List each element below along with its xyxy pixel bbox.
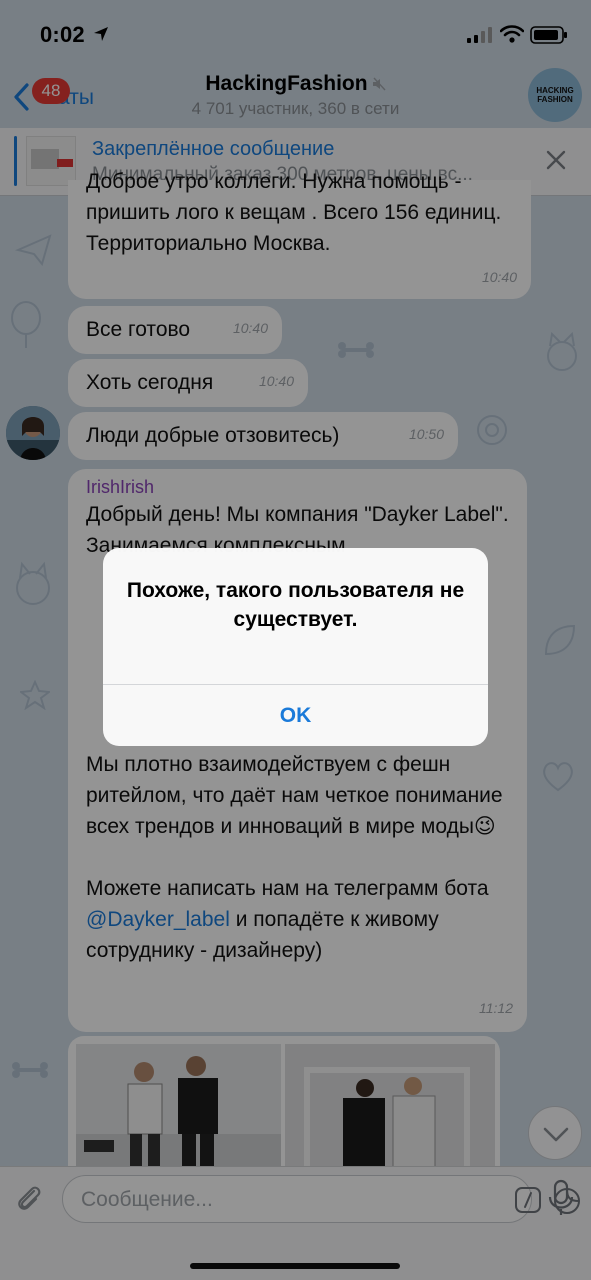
ok-button[interactable]: OK: [103, 685, 488, 746]
alert-message: Похоже, такого пользователя не существуе…: [126, 579, 465, 631]
alert-dialog: Похоже, такого пользователя не существуе…: [103, 548, 488, 746]
